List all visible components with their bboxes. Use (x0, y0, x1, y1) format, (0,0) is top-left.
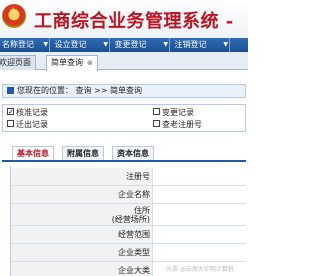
checkbox-old-registration-number[interactable]: 查老注册号 (153, 118, 202, 131)
form-row-address: 住所 (经营场所) (11, 204, 246, 226)
dropdown-arrow-icon: ▼ (103, 41, 108, 48)
business-scope-field[interactable] (154, 226, 246, 243)
checkbox-icon[interactable] (153, 108, 160, 115)
address-field[interactable] (154, 204, 246, 225)
tab-simple-query[interactable]: 简单查询 ⊗ (46, 55, 98, 71)
app-title: 工商综合业务管理系统 - (34, 11, 234, 32)
tab-bar: 欢迎页面 简单查询 ⊗ (0, 52, 248, 71)
tab-attached-info[interactable]: 附属信息 (62, 146, 104, 160)
main-menu: 名称登记 ▼ 设立登记 ▼ 变更登记 ▼ 注销登记 ▼ (0, 38, 248, 52)
close-icon[interactable]: ⊗ (87, 56, 93, 70)
form-row-registration-number: 注册号 (11, 168, 246, 186)
company-type-field[interactable] (154, 244, 246, 261)
detail-tabs: 基本信息 附属信息 资本信息 (2, 146, 246, 162)
form-row-company-name: 企业名称 (11, 186, 246, 204)
checkbox-moved-out-records[interactable]: 迁出记录 (7, 118, 48, 131)
breadcrumb: 您现在的位置： 查询 >> 简单查询 (2, 84, 246, 98)
tab-capital-info[interactable]: 资本信息 (112, 146, 154, 160)
menu-establishment-registration[interactable]: 设立登记 ▼ (50, 38, 110, 52)
dropdown-arrow-icon: ▼ (223, 41, 228, 48)
dropdown-arrow-icon: ▼ (43, 41, 48, 48)
location-icon (7, 87, 14, 94)
menu-cancellation-registration[interactable]: 注销登记 ▼ (170, 38, 230, 52)
watermark: 头条 @云南大宇网计算机 (166, 266, 234, 273)
record-type-filters: 核准记录 变更记录 迁出记录 查老注册号 (2, 104, 246, 132)
checkbox-icon[interactable] (153, 120, 160, 127)
basic-info-form: 注册号 企业名称 住所 (经营场所) 经营范围 企业类型 企业大类 (10, 166, 246, 276)
form-row-business-scope: 经营范围 (11, 226, 246, 244)
app-header: ★ 工商综合业务管理系统 - (0, 0, 248, 38)
menu-name-registration[interactable]: 名称登记 ▼ (0, 38, 50, 52)
checkbox-icon[interactable] (7, 120, 14, 127)
tab-welcome[interactable]: 欢迎页面 (0, 55, 36, 70)
menu-change-registration[interactable]: 变更登记 ▼ (110, 38, 170, 52)
dropdown-arrow-icon: ▼ (163, 41, 168, 48)
tab-basic-info[interactable]: 基本信息 (12, 146, 54, 160)
form-row-company-type: 企业类型 (11, 244, 246, 262)
national-emblem-icon: ★ (2, 4, 26, 28)
registration-number-field[interactable] (154, 168, 246, 185)
checkbox-checked-icon[interactable] (7, 106, 14, 119)
company-name-field[interactable] (154, 186, 246, 203)
